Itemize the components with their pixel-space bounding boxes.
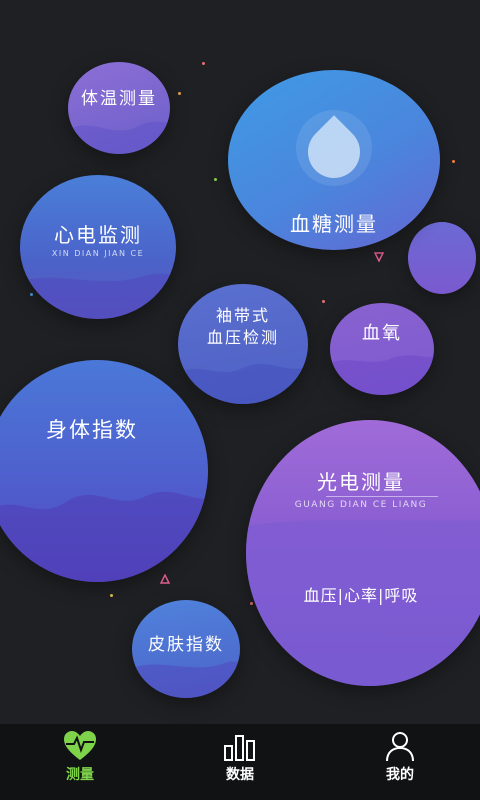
- cuff-bp-label-line1: 袖带式: [215, 306, 270, 325]
- blood-sugar-measure-bubble[interactable]: 血糖测量: [228, 70, 440, 250]
- photoelectric-measure-bubble[interactable]: 光电测量 GUANG DIAN CE LIANG 血压|心率|呼吸: [246, 420, 480, 686]
- photoelectric-divider: [326, 496, 438, 497]
- wave-decor-icon: [330, 355, 434, 395]
- decor-dot: [178, 92, 181, 95]
- decor-triangle-icon: [374, 252, 384, 262]
- blood-oxygen-bubble[interactable]: 血氧: [330, 303, 434, 395]
- tab-mine-label: 我的: [386, 767, 414, 783]
- body-index-bubble[interactable]: 身体指数: [0, 360, 208, 582]
- tab-mine[interactable]: 我的: [350, 724, 450, 800]
- temperature-measure-label: 体温测量: [81, 89, 157, 109]
- decor-dot: [452, 160, 455, 163]
- decor-dot: [202, 62, 205, 65]
- cuff-bp-bubble[interactable]: 袖带式 血压检测: [178, 284, 308, 404]
- blood-sugar-measure-label: 血糖测量: [290, 212, 378, 236]
- bar-chart-icon: [224, 735, 255, 761]
- wave-decor-icon: [132, 661, 240, 698]
- ecg-monitor-bubble[interactable]: 心电监测 XIN DIAN JIAN CE: [20, 175, 176, 319]
- decor-triangle-icon: [160, 574, 170, 584]
- bottom-tab-bar: 测量 数据 我的: [0, 724, 480, 800]
- mountain-decor-icon: [0, 491, 208, 582]
- photoelectric-subtitle: GUANG DIAN CE LIANG: [294, 500, 428, 510]
- tab-measure[interactable]: 测量: [30, 724, 130, 800]
- ecg-monitor-subtitle: XIN DIAN JIAN CE: [51, 249, 145, 258]
- heart-pulse-icon: [64, 731, 96, 760]
- wave-decor-icon: [20, 273, 176, 319]
- ecg-monitor-label: 心电监测: [54, 223, 142, 247]
- wave-decor-icon: [178, 364, 308, 404]
- tab-data[interactable]: 数据: [190, 724, 290, 800]
- temperature-measure-bubble[interactable]: 体温测量: [68, 62, 170, 154]
- decor-dot: [214, 178, 217, 181]
- photoelectric-detail-label: 血压|心率|呼吸: [303, 586, 419, 605]
- decor-dot: [110, 594, 113, 597]
- photoelectric-measure-label: 光电测量: [317, 470, 405, 494]
- decor-dot: [30, 293, 33, 296]
- wave-decor-icon: [68, 121, 170, 154]
- body-index-label: 身体指数: [46, 418, 138, 442]
- skin-index-label: 皮肤指数: [148, 635, 224, 655]
- tab-data-label: 数据: [226, 767, 254, 783]
- cuff-bp-label-line2: 血压检测: [206, 328, 279, 347]
- decor-dot: [322, 300, 325, 303]
- blood-oxygen-label: 血氧: [362, 323, 402, 344]
- skin-index-bubble[interactable]: 皮肤指数: [132, 600, 240, 698]
- measurement-canvas: 体温测量 心电监测 XIN DIAN JIAN CE 血糖测量 袖带式 血压检测…: [0, 0, 480, 724]
- tab-measure-label: 测量: [66, 767, 94, 783]
- user-icon: [386, 732, 414, 762]
